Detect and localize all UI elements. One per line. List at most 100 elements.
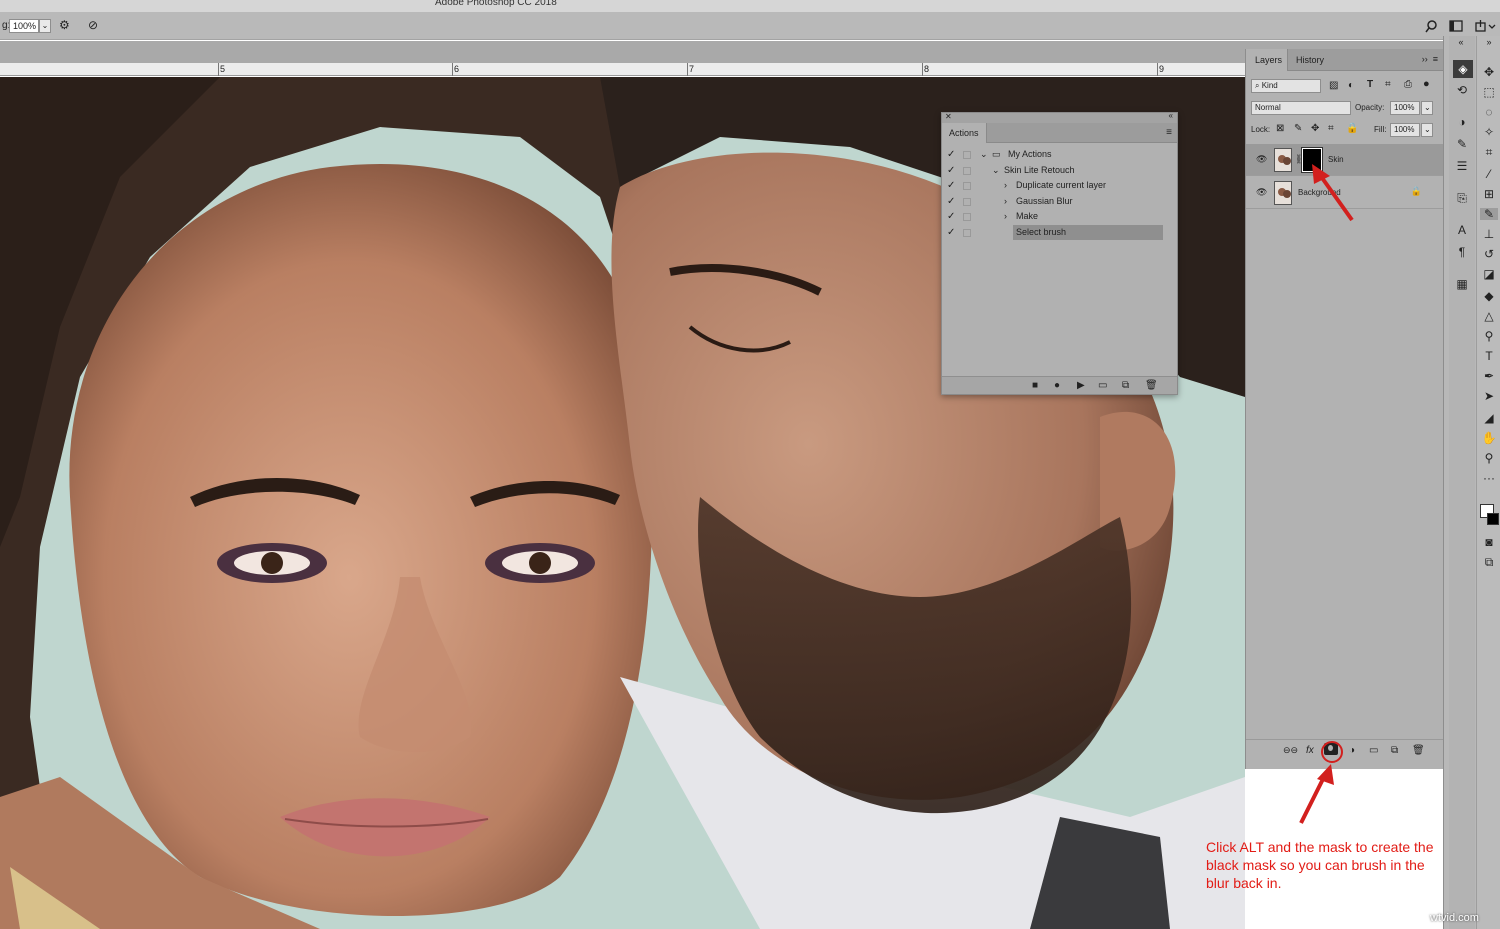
stop-icon[interactable]: ■ [1032,380,1038,391]
dialog-toggle[interactable] [963,167,971,175]
panel-menu-icon[interactable]: ›› ≡ [1422,54,1438,64]
action-label[interactable]: Gaussian Blur [1016,194,1073,209]
zoom-input[interactable]: 100% [9,19,39,33]
stamp-tool-icon[interactable]: ⊥ [1480,228,1498,240]
screen-mode-icon[interactable]: ⧉ [1480,556,1498,568]
new-action-icon[interactable]: ⧉ [1122,380,1129,391]
chevron-down-icon[interactable]: ⌄ [1421,101,1433,115]
lock-all-icon[interactable]: 🔒 [1346,123,1358,134]
lock-pixels-icon[interactable]: ✎ [1294,123,1302,134]
filter-toggle-icon[interactable]: ● [1423,78,1430,90]
filter-kind-select[interactable]: ⌕ Kind [1251,79,1321,93]
marquee-tool-icon[interactable]: ⬚ [1480,86,1498,98]
filter-adjustment-icon[interactable]: ◐ [1348,80,1354,91]
quick-mask-icon[interactable]: ◙ [1480,536,1498,548]
action-row[interactable]: ✓›Duplicate current layer [942,178,1167,194]
dialog-toggle[interactable] [963,151,971,159]
quick-select-tool-icon[interactable]: ✧ [1480,126,1498,138]
hand-tool-icon[interactable]: ✋ [1480,432,1498,444]
check-icon[interactable]: ✓ [947,147,957,162]
filter-pixel-icon[interactable]: ▨ [1329,80,1338,91]
background-color-swatch[interactable] [1487,513,1499,525]
eye-icon[interactable]: 👁 [1256,187,1267,198]
dialog-toggle[interactable] [963,198,971,206]
horizontal-ruler[interactable]: 5 6 7 8 9 [0,63,1245,76]
layers-panel-icon[interactable]: ◈ [1453,60,1473,78]
blur-tool-icon[interactable]: △ [1480,310,1498,322]
eye-icon[interactable]: 👁 [1256,154,1267,165]
close-icon[interactable]: ✕ [945,112,952,121]
brush-pressure-icon[interactable]: ⊘ [88,19,98,31]
character-panel-icon[interactable]: A [1453,224,1471,236]
healing-tool-icon[interactable]: ⊞ [1480,188,1498,200]
record-icon[interactable]: ● [1054,380,1060,391]
action-row[interactable]: ✓ › Gaussian Blur [942,194,1167,210]
chevron-right-icon[interactable]: › [1004,209,1007,224]
chevron-down-icon[interactable]: ⌄ [1421,123,1433,137]
fx-icon[interactable]: fx [1306,745,1314,756]
chevron-down-icon[interactable]: ⌄ [39,19,51,33]
adjustment-layer-icon[interactable]: ◑ [1349,745,1355,756]
panel-menu-icon[interactable]: ≡ [1166,127,1172,138]
lock-artboard-icon[interactable]: ⌗ [1328,123,1334,134]
action-row[interactable]: ✓⌄▭My Actions [942,147,1167,163]
action-row[interactable]: ✓ ⌄ Skin Lite Retouch [942,163,1167,179]
move-tool-icon[interactable]: ✥ [1480,66,1498,78]
share-icon[interactable] [1474,19,1496,33]
action-row[interactable]: ✓ Select brush [942,225,1167,241]
action-label[interactable]: Skin Lite Retouch [1004,163,1075,178]
action-label[interactable]: My Actions [1008,147,1052,162]
check-icon[interactable]: ✓ [947,194,957,209]
chevron-right-icon[interactable]: › [1004,194,1007,209]
tab-layers[interactable]: Layers [1246,49,1288,71]
filter-smart-icon[interactable]: ⎙ [1404,79,1412,90]
eraser-tool-icon[interactable]: ◪ [1480,268,1498,280]
trash-icon[interactable]: 🗑 [1412,745,1425,756]
history-panel-icon[interactable]: ⟲ [1453,84,1471,96]
eyedropper-tool-icon[interactable]: ⁄ [1480,168,1498,180]
paragraph-panel-icon[interactable]: ¶ [1453,246,1471,258]
properties-panel-icon[interactable]: ☰ [1453,160,1471,172]
check-icon[interactable]: ✓ [947,163,957,178]
chevron-right-icon[interactable]: › [1004,178,1007,193]
dialog-toggle[interactable] [963,213,971,221]
fill-input[interactable]: 100% [1390,123,1420,137]
check-icon[interactable]: ✓ [947,225,957,240]
more-tools-icon[interactable]: ··· [1480,472,1498,484]
grid-panel-icon[interactable]: ▦ [1453,278,1471,290]
zoom-tool-icon[interactable]: ⚲ [1480,452,1498,464]
brush-panel-icon[interactable]: ✎ [1453,138,1471,150]
action-label[interactable]: Select brush [1013,225,1163,240]
lasso-tool-icon[interactable]: ◌ [1480,106,1498,118]
new-layer-icon[interactable]: ⧉ [1391,745,1398,756]
check-icon[interactable]: ✓ [947,209,957,224]
filter-type-icon[interactable]: T [1367,79,1373,90]
brush-tool-icon[interactable]: ✎ [1480,208,1498,220]
tab-actions[interactable]: Actions [942,123,987,143]
trash-icon[interactable]: 🗑 [1145,380,1158,391]
workspace-icon[interactable] [1449,19,1465,33]
lock-transparent-icon[interactable]: ⊠ [1276,123,1284,134]
lock-position-icon[interactable]: ✥ [1311,123,1319,134]
path-select-tool-icon[interactable]: ➤ [1480,390,1498,402]
gear-icon[interactable]: ⚙ [59,19,70,31]
clone-source-icon[interactable]: ⎘ [1453,192,1471,204]
collapse-icon[interactable]: « [1452,38,1470,47]
blend-mode-select[interactable]: Normal [1251,101,1351,115]
actions-panel-header[interactable]: ✕ « [942,113,1177,123]
chevron-down-icon[interactable]: ⌄ [992,163,1000,178]
crop-tool-icon[interactable]: ⌗ [1480,146,1498,158]
adjustments-panel-icon[interactable]: ◑ [1453,116,1471,128]
action-label[interactable]: Duplicate current layer [1016,178,1106,193]
paint-bucket-tool-icon[interactable]: ◆ [1480,290,1498,302]
folder-icon[interactable]: ▭ [1098,380,1107,391]
dialog-toggle[interactable] [963,182,971,190]
chevron-down-icon[interactable]: ⌄ [980,147,988,162]
action-label[interactable]: Make [1016,209,1038,224]
history-brush-tool-icon[interactable]: ↺ [1480,248,1498,260]
collapse-icon[interactable]: » [1480,38,1498,47]
link-layers-icon[interactable]: ⊖⊖ [1283,745,1298,756]
tab-history[interactable]: History [1296,49,1324,71]
filter-shape-icon[interactable]: ⌗ [1385,79,1391,90]
group-folder-icon[interactable]: ▭ [1369,745,1378,756]
